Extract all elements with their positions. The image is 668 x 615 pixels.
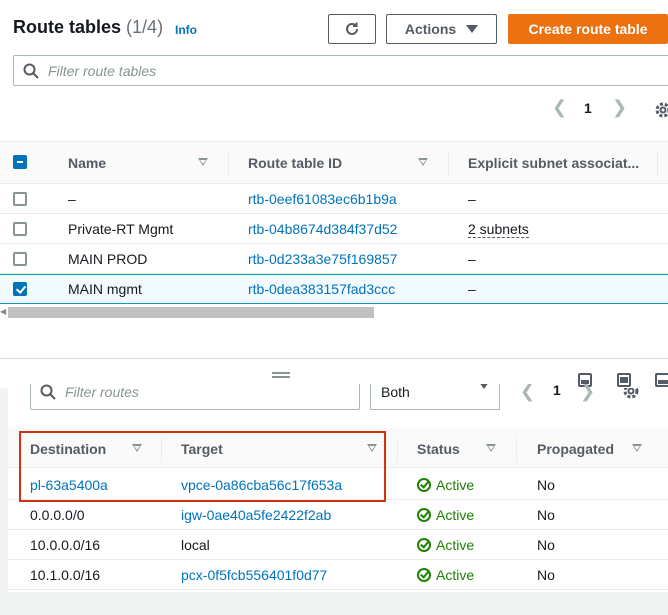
column-header-status[interactable]: Status [417, 441, 460, 457]
row-subnets: – [468, 251, 476, 267]
sort-caret-icon[interactable] [418, 158, 428, 166]
column-header-propagated[interactable]: Propagated [537, 441, 614, 457]
scroll-left-icon[interactable]: ◀ [0, 307, 6, 316]
table-row-selected[interactable]: MAIN mgmt rtb-0dea383157fad3ccc – [0, 274, 668, 304]
row-name: Private-RT Mgmt [68, 221, 174, 237]
gear-icon[interactable] [654, 101, 668, 119]
route-status: Active [417, 567, 474, 583]
route-destination: 10.0.0.0/16 [30, 537, 101, 553]
route-status: Active [417, 507, 474, 523]
drag-handle-icon[interactable] [272, 372, 290, 378]
sort-caret-icon[interactable] [198, 158, 208, 166]
gear-icon[interactable] [622, 388, 640, 406]
panel-side-icon[interactable] [617, 373, 631, 387]
row-checkbox-checked[interactable] [13, 282, 27, 296]
column-header-subnet-associations[interactable]: Explicit subnet associat... [468, 155, 639, 171]
select-all-checkbox[interactable] [13, 155, 27, 169]
actions-button[interactable]: Actions [386, 14, 497, 44]
route-table-id-link[interactable]: rtb-0d233a3e75f169857 [248, 251, 397, 267]
route-status-text: Active [436, 477, 475, 493]
column-divider[interactable] [657, 152, 658, 176]
column-header-route-table-id[interactable]: Route table ID [248, 155, 342, 171]
row-checkbox[interactable] [13, 252, 27, 266]
row-name: MAIN mgmt [68, 281, 142, 297]
route-tables-header-row: Name Route table ID Explicit subnet asso… [0, 141, 668, 184]
row-subnets: – [468, 281, 476, 297]
routes-next-page-icon[interactable]: ❯ [580, 384, 595, 402]
routes-previous-page-icon[interactable]: ❮ [520, 384, 535, 402]
table-row[interactable]: Private-RT Mgmt rtb-04b8674d384f37d52 2 … [0, 214, 668, 244]
column-divider[interactable] [397, 438, 398, 462]
refresh-button[interactable] [328, 14, 376, 44]
route-type-value: Both [381, 384, 410, 400]
row-name: – [68, 191, 76, 207]
row-checkbox[interactable] [13, 222, 27, 236]
row-checkbox[interactable] [13, 192, 27, 206]
routes-filter-input[interactable]: Filter routes [30, 384, 360, 410]
actions-label: Actions [404, 21, 457, 37]
refresh-icon [346, 22, 358, 35]
route-propagated: No [537, 567, 555, 583]
route-table-id-link[interactable]: rtb-04b8674d384f37d52 [248, 221, 397, 237]
route-target: local [181, 537, 210, 553]
check-circle-icon [417, 508, 431, 522]
route-destination: 10.1.0.0/16 [30, 567, 101, 583]
column-divider[interactable] [516, 438, 517, 462]
previous-page-icon[interactable]: ❮ [552, 97, 567, 118]
route-status-text: Active [436, 567, 475, 583]
route-row: 10.1.0.0/16 pcx-0f5fcb556401f0d77 Active… [8, 560, 668, 590]
caret-down-icon [479, 384, 489, 389]
row-subnets-popover[interactable]: 2 subnets [468, 221, 529, 238]
route-type-select[interactable]: Both [370, 384, 500, 410]
search-icon [40, 384, 56, 400]
route-status: Active [417, 537, 474, 553]
info-link[interactable]: Info [175, 23, 197, 37]
page-title: Route tables (1/4) [13, 17, 163, 38]
filter-placeholder: Filter route tables [48, 62, 157, 79]
panel-full-icon[interactable] [655, 373, 668, 387]
check-circle-icon [417, 568, 431, 582]
table-row[interactable]: – rtb-0eef61083ec6b1b9a – [0, 184, 668, 214]
route-row: 0.0.0.0/0 igw-0ae40a5fe2422f2ab Active N… [8, 500, 668, 530]
routes-filter-placeholder: Filter routes [65, 384, 139, 400]
search-icon [23, 63, 39, 79]
column-divider[interactable] [228, 152, 229, 176]
column-divider[interactable] [448, 152, 449, 176]
page-number[interactable]: 1 [584, 100, 592, 116]
split-panel-divider[interactable] [0, 358, 668, 359]
annotation-highlight-box [19, 431, 386, 502]
route-status-text: Active [436, 537, 475, 553]
route-target-link[interactable]: pcx-0f5fcb556401f0d77 [181, 567, 327, 583]
route-target-link[interactable]: igw-0ae40a5fe2422f2ab [181, 507, 331, 523]
row-name: MAIN PROD [68, 251, 148, 267]
horizontal-scrollbar[interactable] [8, 307, 374, 318]
route-destination: 0.0.0.0/0 [30, 507, 85, 523]
route-status-text: Active [436, 507, 475, 523]
routes-page-number[interactable]: 1 [553, 382, 561, 400]
create-route-table-button[interactable]: Create route table [508, 14, 668, 44]
sort-caret-icon[interactable] [632, 444, 642, 452]
table-row[interactable]: MAIN PROD rtb-0d233a3e75f169857 – [0, 244, 668, 274]
page-title-text: Route tables [13, 17, 122, 37]
route-row: 10.0.0.0/16 local Active No [8, 530, 668, 560]
route-table-id-link[interactable]: rtb-0eef61083ec6b1b9a [248, 191, 397, 207]
route-propagated: No [537, 477, 555, 493]
sort-caret-icon[interactable] [486, 444, 496, 452]
check-circle-icon [417, 478, 431, 492]
selection-count: (1/4) [126, 17, 164, 37]
route-table-id-link[interactable]: rtb-0dea383157fad3ccc [248, 281, 395, 297]
route-propagated: No [537, 507, 555, 523]
column-header-name[interactable]: Name [68, 155, 106, 171]
route-tables-filter[interactable]: Filter route tables [13, 55, 668, 86]
next-page-icon[interactable]: ❯ [612, 97, 627, 118]
row-subnets: – [468, 191, 476, 207]
route-propagated: No [537, 537, 555, 553]
caret-down-icon [466, 25, 479, 33]
check-circle-icon [417, 538, 431, 552]
route-status: Active [417, 477, 474, 493]
split-spacer [0, 318, 668, 358]
